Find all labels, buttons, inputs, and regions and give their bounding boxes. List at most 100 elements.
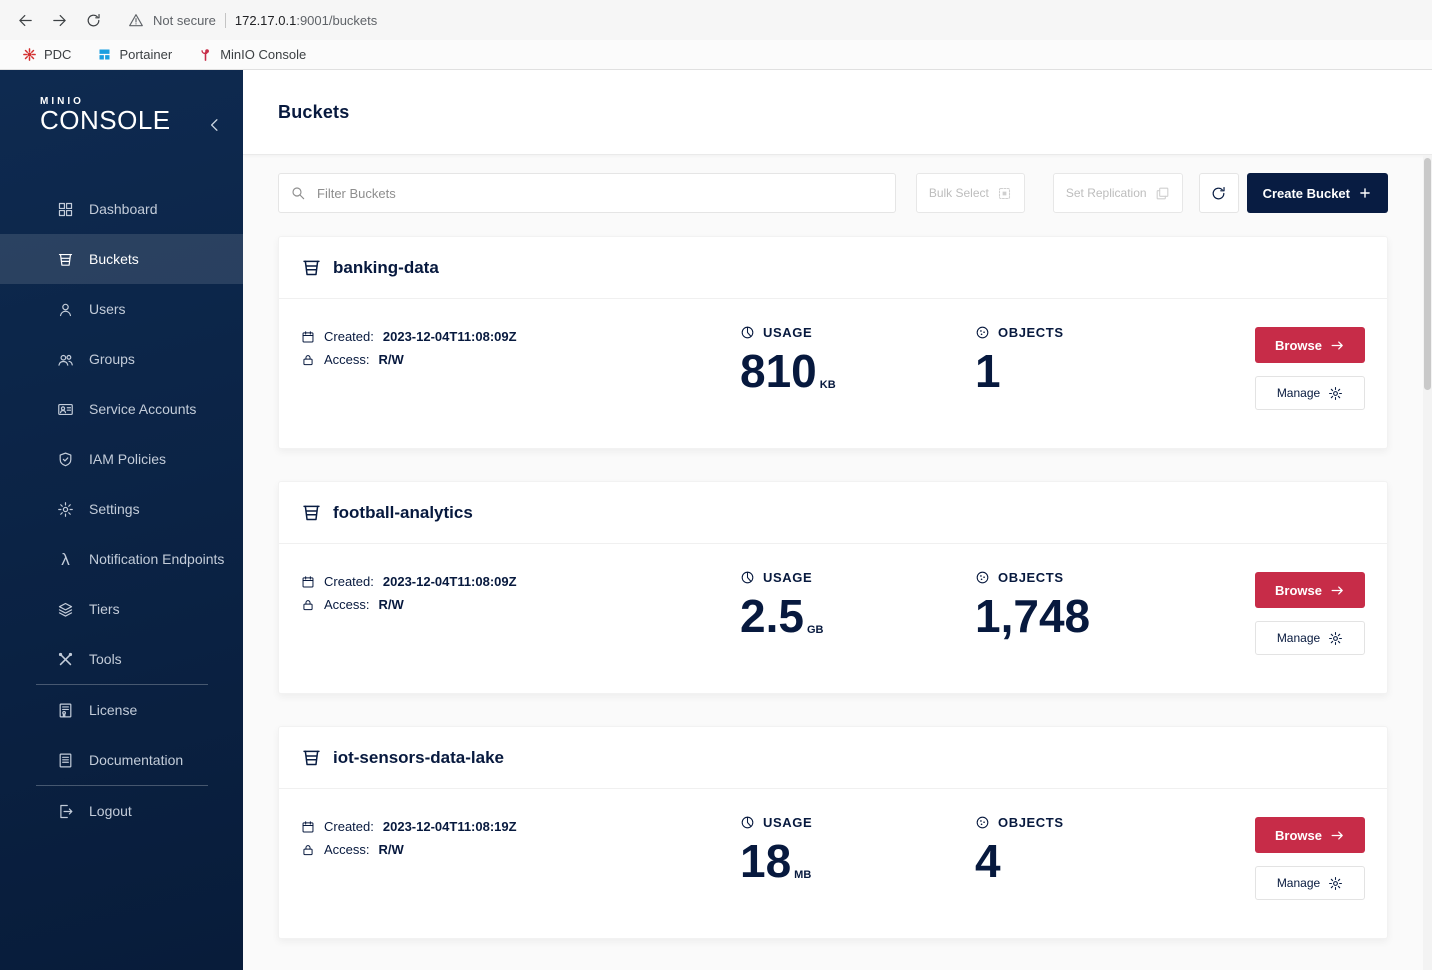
created-value: 2023-12-04T11:08:09Z xyxy=(382,574,517,589)
minio-flamingo-icon xyxy=(201,49,210,61)
sidebar-item-iam-policies[interactable]: IAM Policies xyxy=(0,434,243,484)
bookmarks-bar: PDC Portainer MinIO Console xyxy=(0,40,1432,70)
bucket-name[interactable]: banking-data xyxy=(333,258,439,278)
buckets-toolbar: Bulk Select Set Replication Create Bucke… xyxy=(278,173,1388,213)
objects-icon xyxy=(976,816,989,829)
logout-icon xyxy=(60,804,73,818)
browse-button[interactable]: Browse xyxy=(1255,817,1365,853)
create-bucket-button[interactable]: Create Bucket xyxy=(1246,173,1388,213)
usage-metric: USAGE 810 KB xyxy=(740,325,836,397)
lock-icon xyxy=(303,354,313,365)
page-title: Buckets xyxy=(278,101,350,122)
address-bar[interactable]: Not secure 172.17.0.1:9001/buckets xyxy=(128,12,377,28)
bucket-details: Created: 2023-12-04T11:08:09Z Access: R/… xyxy=(301,570,740,620)
scrollbar-thumb[interactable] xyxy=(1424,158,1431,390)
bookmark-pdc[interactable]: PDC xyxy=(14,45,79,64)
objects-icon xyxy=(976,326,989,339)
filter-buckets-search[interactable] xyxy=(278,173,896,213)
portainer-icon xyxy=(99,49,110,60)
access-row: Access: R/W xyxy=(301,597,740,612)
usage-unit: KB xyxy=(819,378,836,391)
bucket-card-body: Created: 2023-12-04T11:08:09Z Access: R/… xyxy=(279,544,1387,693)
bookmark-portainer[interactable]: Portainer xyxy=(89,45,180,64)
objects-value: 1,748 xyxy=(975,590,1091,642)
sidebar-item-service-accounts[interactable]: Service Accounts xyxy=(0,384,243,434)
usage-value: 18 xyxy=(740,835,792,887)
usage-pie-icon xyxy=(741,571,754,584)
browse-button[interactable]: Browse xyxy=(1255,572,1365,608)
created-row: Created: 2023-12-04T11:08:09Z xyxy=(301,329,740,344)
bucket-card-header[interactable]: banking-data xyxy=(279,237,1387,299)
bucket-icon xyxy=(58,253,73,266)
objects-icon xyxy=(976,571,989,584)
usage-unit: MB xyxy=(794,868,812,881)
lock-icon xyxy=(303,844,313,855)
forward-icon[interactable] xyxy=(44,5,74,35)
sidebar-item-users[interactable]: Users xyxy=(0,284,243,334)
browse-button[interactable]: Browse xyxy=(1255,327,1365,363)
bucket-card-header[interactable]: iot-sensors-data-lake xyxy=(279,727,1387,789)
sidebar-menu: Dashboard Buckets Users Groups Service A… xyxy=(0,184,243,836)
bucket-details: Created: 2023-12-04T11:08:09Z Access: R/… xyxy=(301,325,740,375)
sidebar-item-notification-endpoints[interactable]: λ Notification Endpoints xyxy=(0,534,243,584)
objects-metric: OBJECTS 1,748 xyxy=(975,570,1091,642)
reload-icon[interactable] xyxy=(78,5,108,35)
pdc-gear-icon xyxy=(23,48,36,61)
access-value: R/W xyxy=(378,842,404,857)
sidebar-collapse-icon[interactable] xyxy=(206,116,228,138)
bucket-details: Created: 2023-12-04T11:08:19Z Access: R/… xyxy=(301,815,740,865)
usage-unit: GB xyxy=(806,623,824,636)
access-value: R/W xyxy=(378,352,404,367)
filter-buckets-input[interactable] xyxy=(278,173,896,213)
scrollbar[interactable] xyxy=(1423,155,1432,970)
sidebar-item-tiers[interactable]: Tiers xyxy=(0,584,243,634)
bookmark-minio-console[interactable]: MinIO Console xyxy=(190,45,314,64)
sidebar: MINIO CONSOLE Dashboard Buckets Users Gr… xyxy=(0,70,243,970)
sidebar-item-license[interactable]: License xyxy=(0,685,243,735)
main-area: Buckets Bulk Select Set Replication xyxy=(243,70,1432,970)
gear-icon xyxy=(1329,876,1343,890)
warning-icon xyxy=(129,14,143,27)
bucket-name[interactable]: iot-sensors-data-lake xyxy=(333,748,504,768)
set-replication-button[interactable]: Set Replication xyxy=(1052,173,1183,213)
usage-value: 810 xyxy=(740,345,817,397)
sidebar-item-settings[interactable]: Settings xyxy=(0,484,243,534)
url-path[interactable]: :9001/buckets xyxy=(296,13,377,28)
access-row: Access: R/W xyxy=(301,842,740,857)
bucket-card-header[interactable]: football-analytics xyxy=(279,482,1387,544)
sidebar-item-buckets[interactable]: Buckets xyxy=(0,234,243,285)
bucket-card-body: Created: 2023-12-04T11:08:09Z Access: R/… xyxy=(279,299,1387,448)
created-row: Created: 2023-12-04T11:08:19Z xyxy=(301,819,740,834)
objects-value: 1 xyxy=(975,345,1001,397)
url-host[interactable]: 172.17.0.1 xyxy=(235,13,296,28)
sidebar-item-tools[interactable]: Tools xyxy=(0,634,243,684)
sidebar-item-logout[interactable]: Logout xyxy=(0,786,243,836)
usage-metric: USAGE 2.5 GB xyxy=(740,570,824,642)
document-icon xyxy=(59,753,72,768)
manage-button[interactable]: Manage xyxy=(1255,621,1365,655)
access-row: Access: R/W xyxy=(301,352,740,367)
bucket-icon xyxy=(303,505,320,521)
bucket-name[interactable]: football-analytics xyxy=(333,503,473,523)
security-label: Not secure xyxy=(153,12,216,28)
manage-button[interactable]: Manage xyxy=(1255,866,1365,900)
sidebar-item-groups[interactable]: Groups xyxy=(0,334,243,384)
dashboard-icon xyxy=(58,202,73,216)
objects-metric: OBJECTS 1 xyxy=(975,325,1064,397)
usage-metric: USAGE 18 MB xyxy=(740,815,813,887)
license-icon xyxy=(59,703,72,718)
refresh-button[interactable] xyxy=(1198,173,1239,213)
user-icon xyxy=(59,303,72,316)
page-header: Buckets xyxy=(243,70,1432,155)
created-row: Created: 2023-12-04T11:08:09Z xyxy=(301,574,740,589)
objects-metric: OBJECTS 4 xyxy=(975,815,1064,887)
replication-copy-icon xyxy=(1156,187,1168,199)
bucket-actions: Browse Manage xyxy=(1230,325,1365,410)
manage-button[interactable]: Manage xyxy=(1255,376,1365,410)
back-icon[interactable] xyxy=(10,5,40,35)
sidebar-item-dashboard[interactable]: Dashboard xyxy=(0,184,243,234)
sidebar-item-documentation[interactable]: Documentation xyxy=(0,735,243,785)
bulk-select-button[interactable]: Bulk Select xyxy=(915,173,1025,213)
lock-icon xyxy=(303,599,313,610)
url-divider xyxy=(224,12,226,28)
